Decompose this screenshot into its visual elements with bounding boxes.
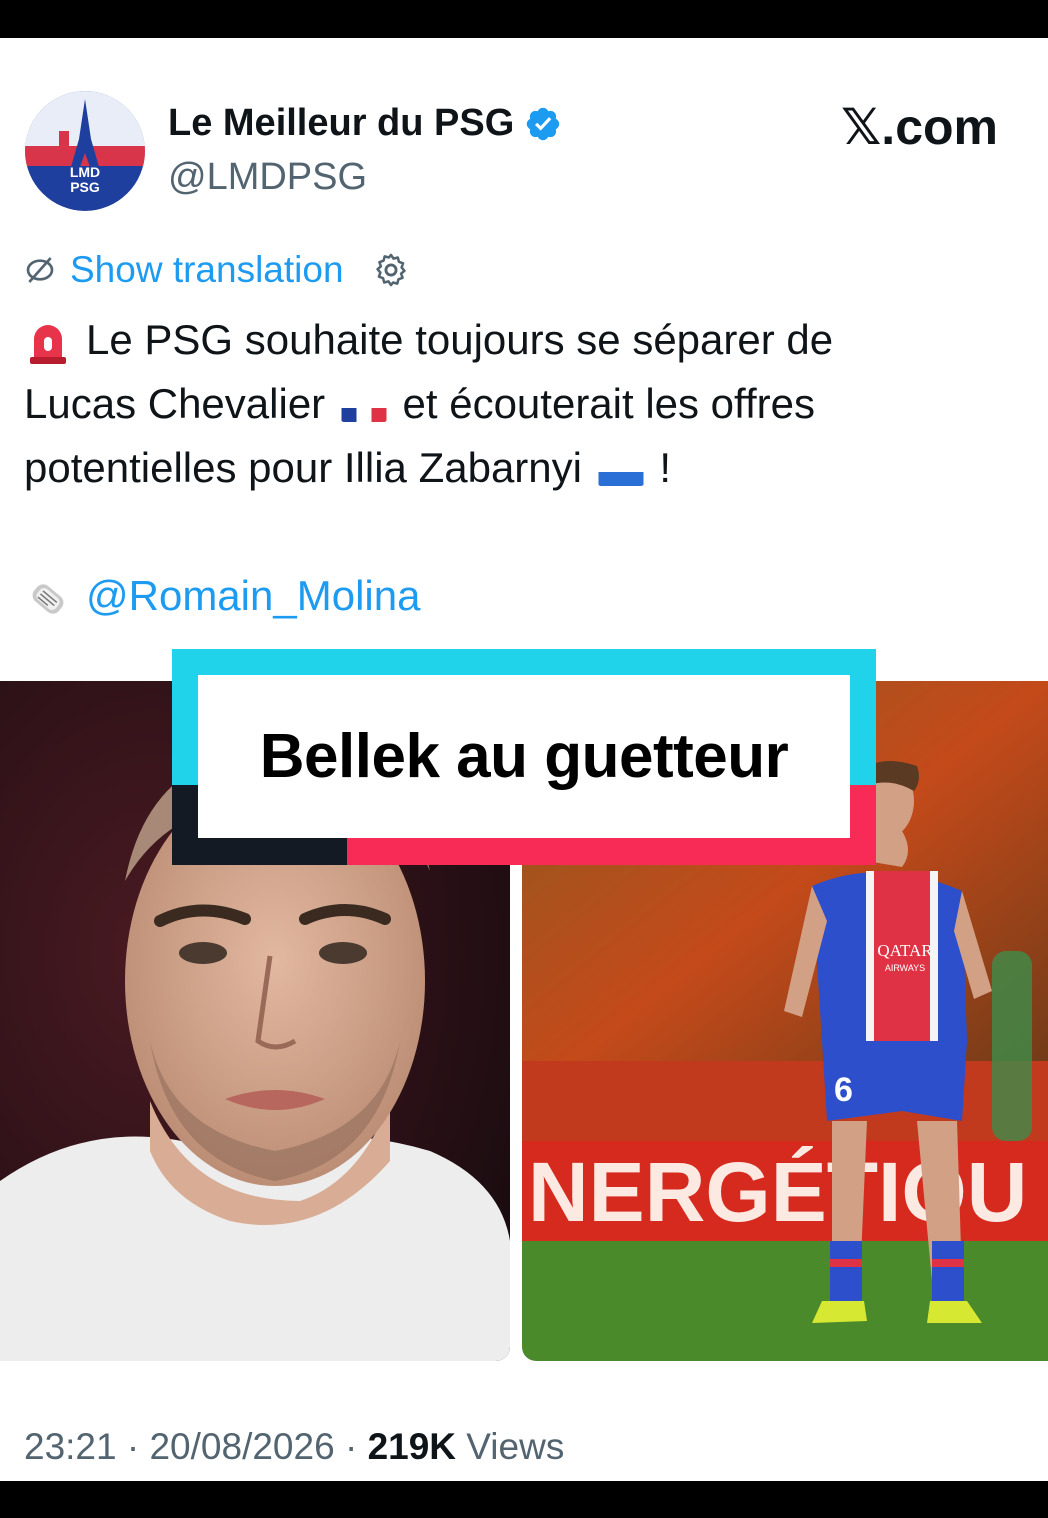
tweet-line-1: Le PSG souhaite toujours se séparer de: [24, 308, 1024, 372]
avatar-text-psg: PSG: [70, 179, 100, 195]
tweet-line-3a-text: potentielles pour Illia Zabarnyi: [24, 444, 582, 491]
tweet-line-2: Lucas Chevalier et écouterait les offres: [24, 372, 1024, 436]
translate-icon: [26, 257, 54, 283]
overlay-caption-text: Bellek au guetteur: [259, 722, 789, 791]
jersey-sponsor-text: QATAR: [877, 941, 933, 960]
tweet-line-3b-text: !: [659, 444, 671, 491]
newspaper-emoji-icon: [32, 584, 64, 614]
ukraine-flag-icon: [598, 456, 644, 486]
mention-link[interactable]: @Romain_Molina: [86, 572, 420, 619]
jersey-number-text: 6: [834, 1071, 853, 1109]
tweet-line-2a-text: Lucas Chevalier: [24, 380, 326, 427]
tweet-meta: 23:21 · 20/08/2026 · 219K Views: [24, 1426, 564, 1468]
tweet-time[interactable]: 23:21: [24, 1426, 117, 1467]
tweet-line-source: @Romain_Molina: [24, 564, 1024, 628]
author-avatar[interactable]: LMD PSG: [25, 91, 145, 211]
siren-emoji-icon: [30, 324, 66, 364]
tweet-line-1-text: Le PSG souhaite toujours se séparer de: [86, 316, 834, 363]
tweet-blank-line: [24, 500, 1024, 564]
author-name[interactable]: Le Meilleur du PSG: [168, 102, 562, 145]
tweet-date[interactable]: 20/08/2026: [149, 1426, 334, 1467]
meta-separator: ·: [126, 1426, 140, 1467]
tweet-line-3: potentielles pour Illia Zabarnyi !: [24, 436, 1024, 500]
tweet-text: Le PSG souhaite toujours se séparer de L…: [24, 308, 1024, 628]
views-label: Views: [466, 1426, 565, 1467]
x-brand-logo: 𝕏.com: [841, 99, 998, 155]
author-handle[interactable]: @LMDPSG: [168, 156, 367, 199]
author-name-text: Le Meilleur du PSG: [168, 102, 515, 144]
views-count: 219K: [367, 1426, 457, 1467]
jersey-sponsor-sub-text: AIRWAYS: [885, 963, 925, 973]
tweet-line-2b-text: et écouterait les offres: [402, 380, 815, 427]
france-flag-icon: [341, 392, 387, 422]
show-translation-link[interactable]: Show translation: [70, 249, 344, 291]
meta-separator: ·: [344, 1426, 358, 1467]
tweet-card: LMD PSG Le Meilleur du PSG @LMDPSG 𝕏.com…: [0, 38, 1048, 1481]
overlay-cyan-edge: [850, 649, 876, 785]
translation-row: Show translation: [24, 248, 410, 292]
overlay-caption-box: Bellek au guetteur: [198, 675, 850, 838]
verified-badge-icon: [527, 107, 560, 140]
gear-icon[interactable]: [372, 251, 410, 289]
avatar-text-lmd: LMD: [70, 164, 100, 180]
caption-overlay: Bellek au guetteur: [172, 649, 876, 865]
